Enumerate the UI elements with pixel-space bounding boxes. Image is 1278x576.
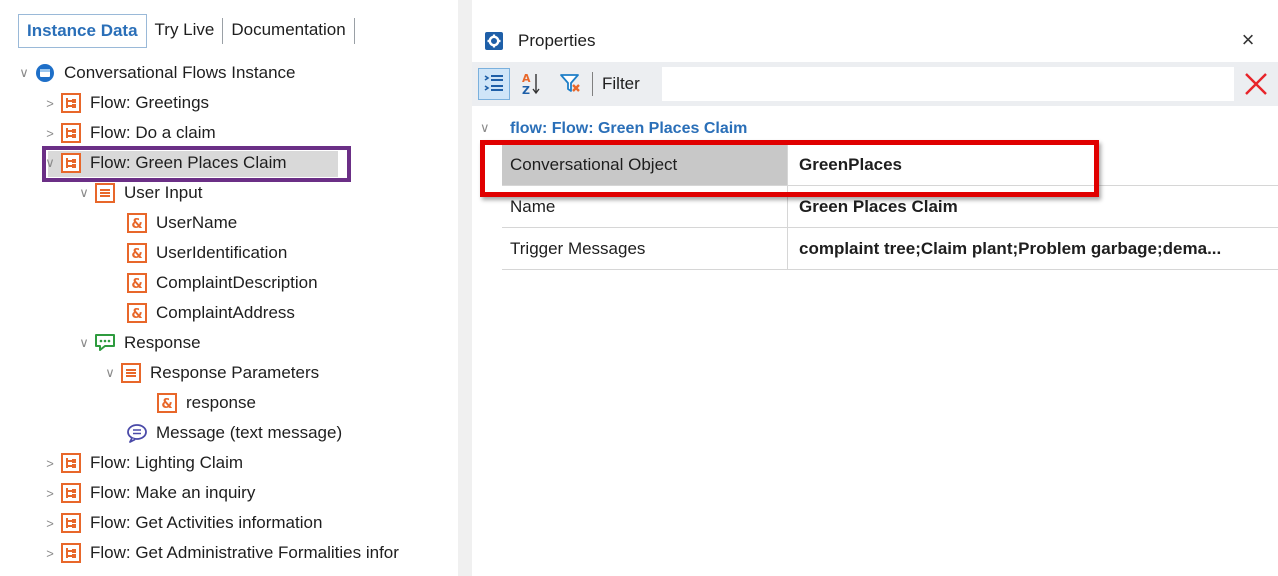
tree-flow-item[interactable]: > Flow: Get Administrative Formalities i… [40, 538, 458, 568]
tree-variable-item[interactable]: & UserIdentification [126, 238, 287, 268]
filter-label: Filter [602, 74, 640, 93]
chevron-right-icon[interactable]: > [40, 118, 60, 148]
flow-label: Flow: Get Administrative Formalities inf… [90, 543, 399, 562]
chevron-right-icon[interactable]: > [40, 538, 60, 568]
variable-icon: & [126, 272, 148, 294]
tab-bar: Instance Data Try Live Documentation [18, 14, 355, 48]
tab-documentation[interactable]: Documentation [223, 14, 353, 48]
chevron-down-icon[interactable]: ∨ [14, 58, 34, 88]
property-name: Trigger Messages [502, 228, 788, 269]
category-label: flow: Flow: Green Places Claim [510, 120, 748, 137]
tree-variable-item[interactable]: & response [156, 388, 256, 418]
toolbar-separator [592, 72, 593, 96]
variable-label: response [186, 393, 256, 412]
variable-label: UserIdentification [156, 243, 288, 262]
variable-icon: & [156, 392, 178, 414]
flow-icon [60, 122, 82, 144]
selection-highlight-box [42, 146, 351, 182]
properties-gear-icon [484, 31, 504, 51]
properties-header: Properties × [472, 22, 1278, 60]
user-input-label: User Input [124, 183, 203, 202]
svg-text:&: & [131, 247, 142, 262]
tree-flow-item[interactable]: > Flow: Do a claim [40, 118, 216, 148]
response-parameters-label: Response Parameters [150, 363, 320, 382]
property-value[interactable]: complaint tree;Claim plant;Problem garba… [789, 228, 1278, 269]
tree-response-parameters[interactable]: ∨ Response Parameters [100, 358, 319, 388]
properties-panel: Properties × AZ Filter ∨ flow: Flow: Gre… [472, 0, 1278, 576]
variable-icon: & [126, 242, 148, 264]
tab-try-live[interactable]: Try Live [147, 14, 223, 48]
close-icon[interactable]: × [1236, 28, 1260, 52]
svg-text:&: & [131, 307, 142, 322]
tab-separator [353, 18, 355, 44]
tree-flow-item[interactable]: > Flow: Make an inquiry [40, 478, 255, 508]
tree-variable-item[interactable]: & ComplaintDescription [126, 268, 318, 298]
svg-text:&: & [131, 217, 142, 232]
svg-text:&: & [131, 277, 142, 292]
categorized-view-icon[interactable] [478, 68, 510, 100]
instance-icon [34, 62, 56, 84]
filter-icon[interactable] [556, 68, 586, 100]
chevron-right-icon[interactable]: > [40, 478, 60, 508]
flow-icon [60, 482, 82, 504]
tree-root-label: Conversational Flows Instance [64, 63, 296, 82]
tree-response[interactable]: ∨ Response [74, 328, 201, 358]
tree-flow-item[interactable]: > Flow: Greetings [40, 88, 209, 118]
svg-text:Z: Z [522, 84, 530, 97]
tree-flow-item[interactable]: > Flow: Lighting Claim [40, 448, 243, 478]
chevron-down-icon[interactable]: ∨ [74, 328, 94, 358]
tab-instance-data[interactable]: Instance Data [18, 14, 147, 48]
sort-alphabetical-icon[interactable]: AZ [518, 68, 544, 100]
flow-label: Flow: Lighting Claim [90, 453, 244, 472]
filter-input[interactable] [662, 67, 1234, 101]
properties-toolbar: AZ Filter [472, 62, 1278, 106]
chevron-right-icon[interactable]: > [40, 508, 60, 538]
flow-label: Flow: Make an inquiry [90, 483, 256, 502]
tree-message-item[interactable]: Message (text message) [126, 418, 342, 448]
variable-label: ComplaintAddress [156, 303, 295, 322]
flow-icon [60, 92, 82, 114]
response-label: Response [124, 333, 201, 352]
flow-icon [60, 452, 82, 474]
properties-title: Properties [518, 31, 596, 50]
svg-text:&: & [161, 397, 172, 412]
flow-icon [60, 542, 82, 564]
chevron-down-icon[interactable]: ∨ [74, 178, 94, 208]
flow-label: Flow: Greetings [90, 93, 210, 112]
chevron-down-icon[interactable]: ∨ [480, 120, 490, 136]
chevron-right-icon[interactable]: > [40, 448, 60, 478]
tree-variable-item[interactable]: & ComplaintAddress [126, 298, 295, 328]
instance-data-panel: Instance Data Try Live Documentation ∨ C… [0, 0, 458, 576]
message-icon [126, 422, 148, 444]
tree-root[interactable]: ∨ Conversational Flows Instance [14, 58, 296, 88]
parameters-icon [120, 362, 142, 384]
flow-label: Flow: Do a claim [90, 123, 216, 142]
variable-label: UserName [156, 213, 238, 232]
flow-icon [60, 512, 82, 534]
parameters-icon [94, 182, 116, 204]
property-row[interactable]: Trigger Messages complaint tree;Claim pl… [502, 228, 1278, 270]
annotation-highlight-box [480, 140, 1099, 197]
tree-variable-item[interactable]: & UserName [126, 208, 237, 238]
tree-user-input[interactable]: ∨ User Input [74, 178, 202, 208]
variable-icon: & [126, 302, 148, 324]
variable-label: ComplaintDescription [156, 273, 318, 292]
chevron-down-icon[interactable]: ∨ [100, 358, 120, 388]
clear-filter-icon[interactable] [1242, 70, 1270, 98]
flow-label: Flow: Get Activities information [90, 513, 323, 532]
chevron-right-icon[interactable]: > [40, 88, 60, 118]
message-label: Message (text message) [156, 423, 343, 442]
panel-splitter[interactable] [458, 0, 472, 576]
tree-flow-item[interactable]: > Flow: Get Activities information [40, 508, 322, 538]
variable-icon: & [126, 212, 148, 234]
response-bubble-icon [94, 332, 116, 354]
